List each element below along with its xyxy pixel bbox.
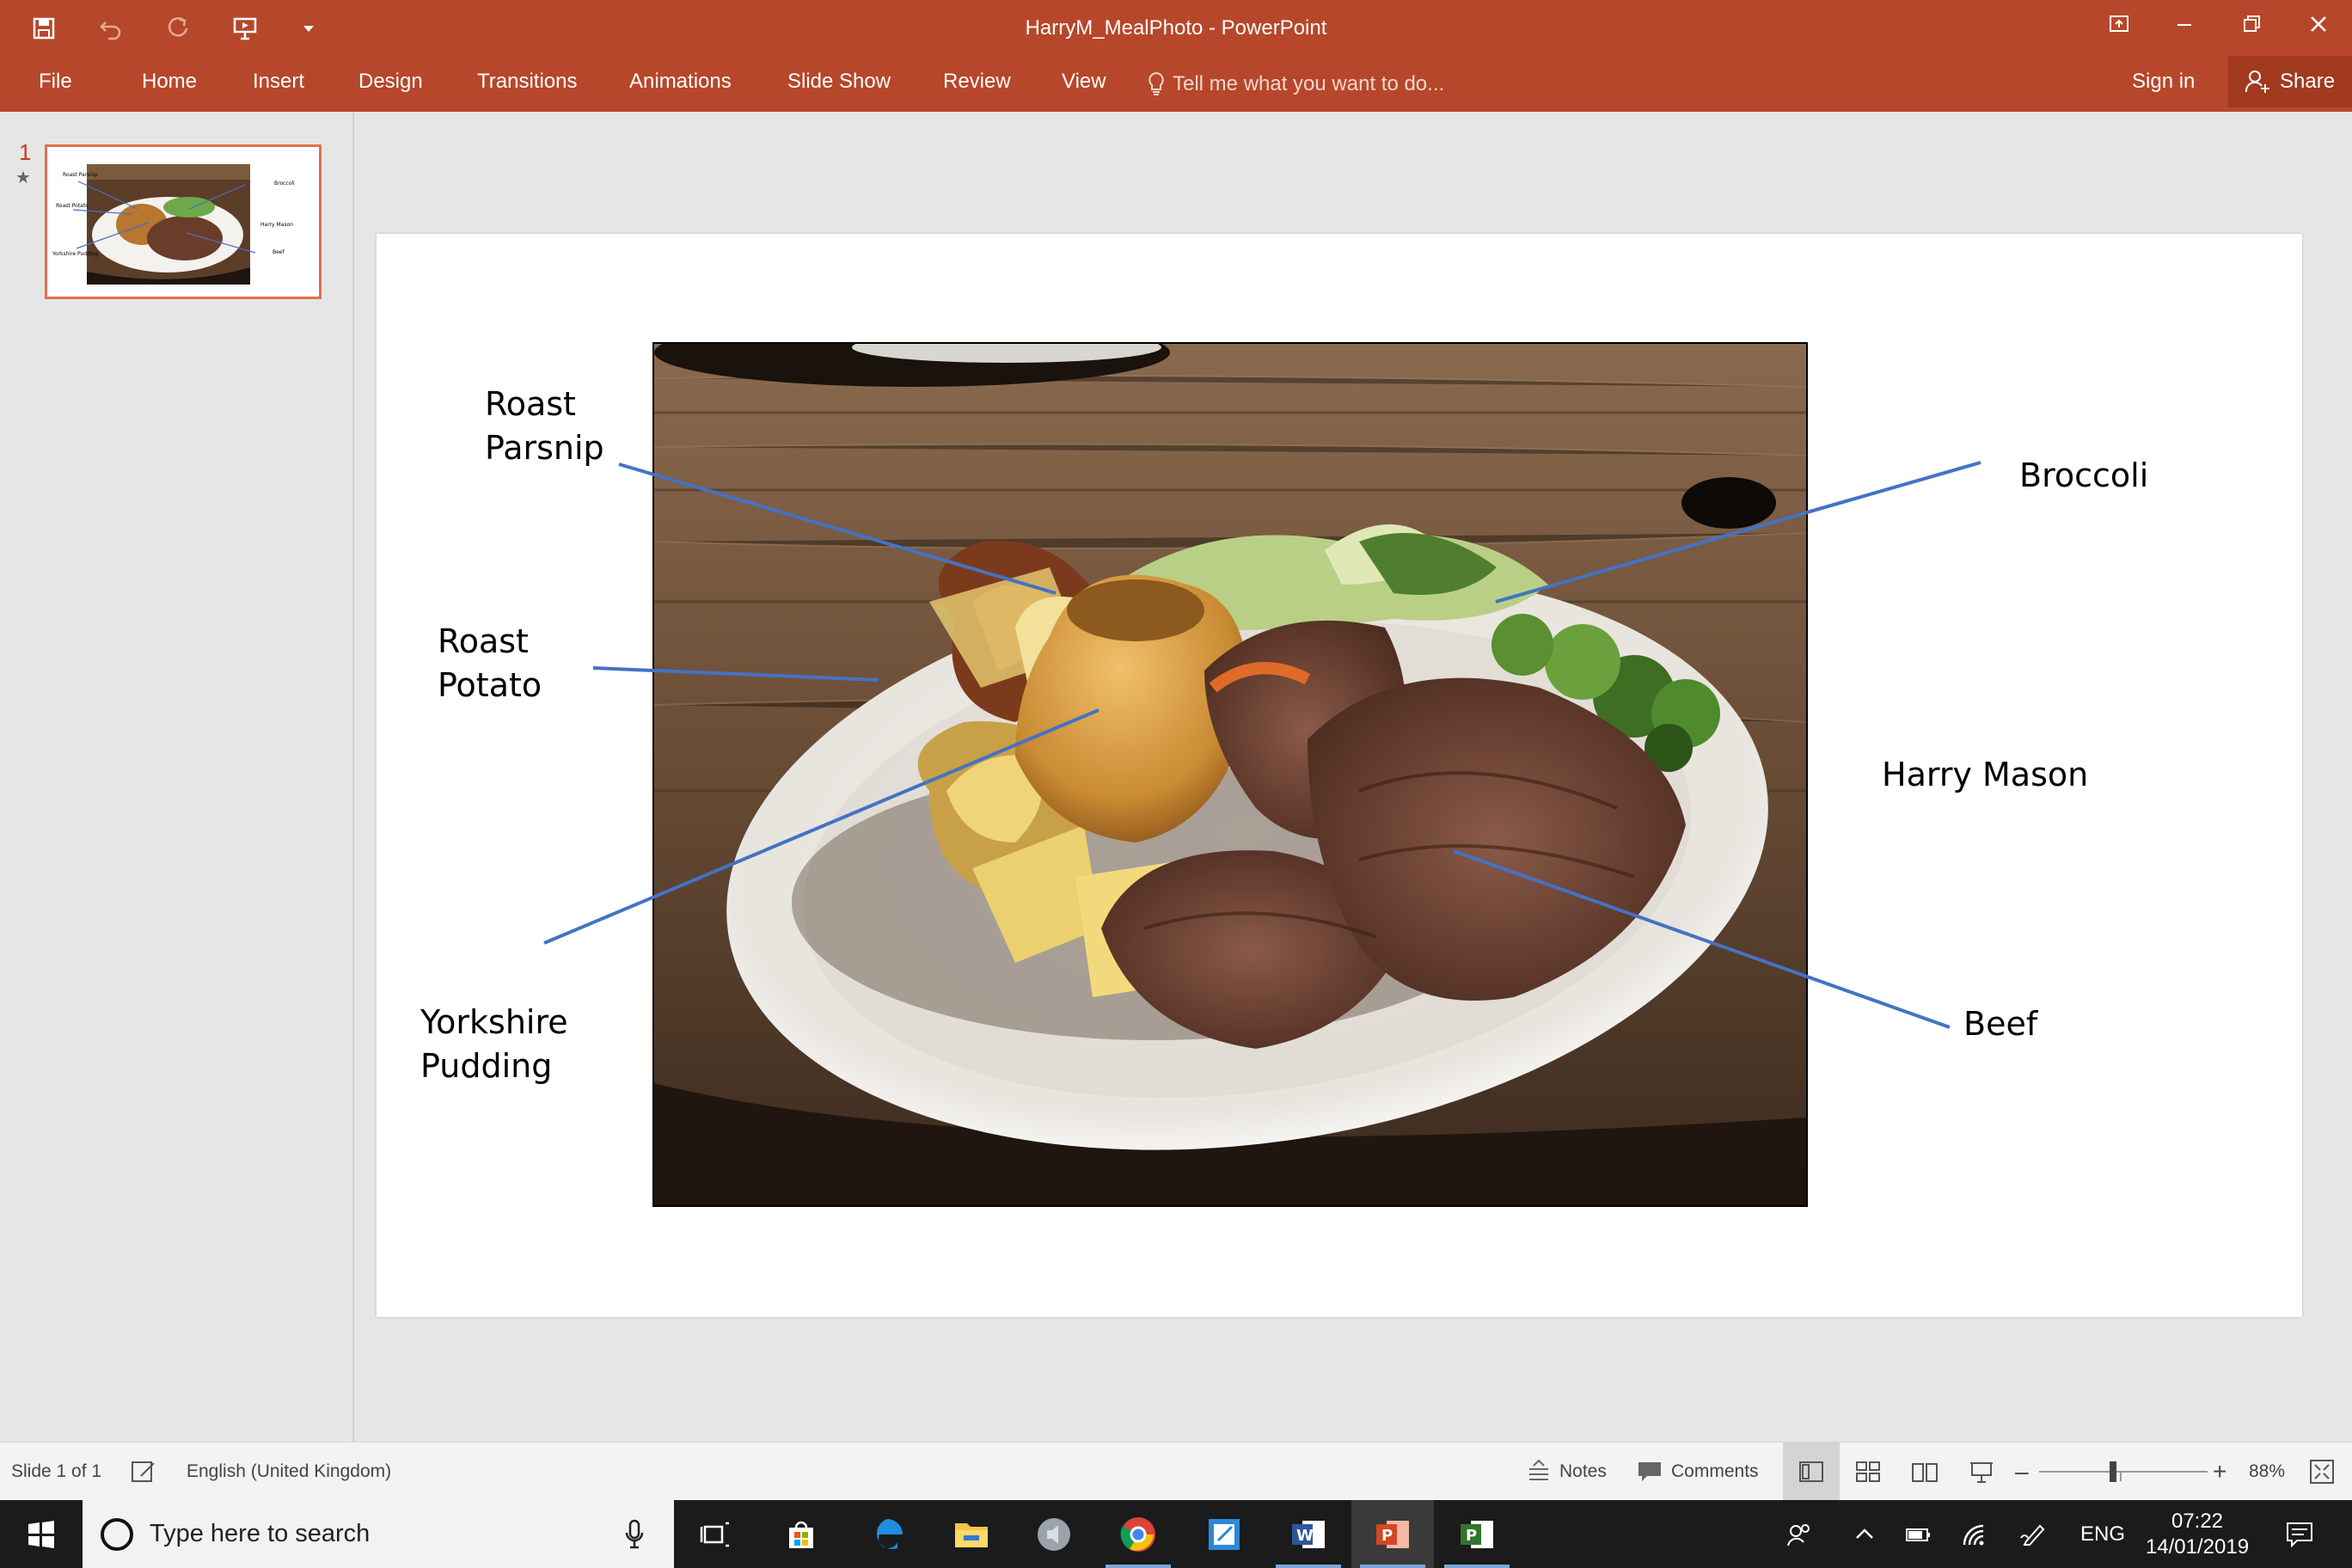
clock-date: 14/01/2019 — [2145, 1534, 2250, 1559]
slide-sorter-icon[interactable] — [1840, 1442, 1896, 1501]
minimize-icon[interactable] — [2151, 0, 2218, 47]
chrome-icon[interactable] — [1097, 1500, 1179, 1568]
zoom-level[interactable]: 88% — [2249, 1442, 2285, 1501]
store-icon[interactable] — [760, 1500, 842, 1568]
start-from-beginning-icon[interactable] — [224, 7, 266, 50]
spelling-check-icon[interactable] — [129, 1442, 158, 1501]
project-icon[interactable]: P — [1436, 1500, 1518, 1568]
slide-canvas[interactable]: Roast Parsnip Roast Potato Yorkshire Pud… — [377, 234, 2302, 1317]
svg-text:W: W — [1296, 1527, 1314, 1545]
file-explorer-icon[interactable] — [930, 1500, 1013, 1568]
share-button[interactable]: Share — [2228, 56, 2352, 107]
zoom-out-icon[interactable]: – — [2015, 1442, 2029, 1501]
sign-in-link[interactable]: Sign in — [2132, 56, 2195, 112]
slide-show-view-icon[interactable] — [1953, 1442, 2010, 1501]
windows-taskbar: Type here to search W P P ENG 07:22 14/0… — [0, 1500, 2352, 1568]
clock-time: 07:22 — [2171, 1509, 2224, 1533]
thumb-label-harry: Harry Mason — [260, 222, 293, 228]
slide-counter[interactable]: Slide 1 of 1 — [11, 1442, 101, 1501]
show-hidden-icons-icon[interactable] — [1841, 1500, 1888, 1568]
zoom-slider[interactable] — [2039, 1442, 2208, 1501]
word-icon[interactable]: W — [1267, 1500, 1350, 1568]
notes-icon — [1529, 1459, 1548, 1480]
save-icon[interactable] — [22, 7, 65, 50]
people-icon[interactable] — [1776, 1500, 1822, 1568]
tab-insert[interactable]: Insert — [253, 56, 304, 112]
zoom-in-icon[interactable]: + — [2213, 1442, 2226, 1501]
thumb-label-yorkshire: Yorkshire Pudding — [52, 251, 98, 257]
label-broccoli[interactable]: Broccoli — [2019, 454, 2148, 498]
slide-thumbnail[interactable]: Roast Parsnip Broccoli Roast Potato Harr… — [45, 144, 322, 299]
status-bar: Slide 1 of 1 English (United Kingdom) No… — [0, 1442, 2352, 1501]
edge-icon[interactable] — [846, 1500, 928, 1568]
tab-transitions[interactable]: Transitions — [477, 56, 577, 112]
label-yorkshire-pudding[interactable]: Yorkshire Pudding — [420, 1001, 568, 1088]
search-placeholder: Type here to search — [150, 1520, 371, 1547]
tab-file[interactable]: File — [39, 56, 72, 112]
speaker-app-icon[interactable] — [1013, 1500, 1095, 1568]
label-beef[interactable]: Beef — [1963, 1002, 2037, 1046]
reading-view-icon[interactable] — [1896, 1442, 1953, 1501]
svg-text:P: P — [1466, 1527, 1477, 1545]
tell-me-search[interactable]: Tell me what you want to do... — [1147, 56, 1444, 112]
zoom-slider-thumb[interactable] — [2110, 1461, 2116, 1482]
slide-thumbnail-pane: 1 ★ Roast Parsnip Broccoli Roast Potato … — [0, 112, 354, 1442]
tab-view[interactable]: View — [1062, 56, 1106, 112]
notes-button[interactable]: Notes — [1527, 1442, 1607, 1501]
document-title: HarryM_MealPhoto - PowerPoint — [1025, 16, 1327, 40]
clock[interactable]: 07:22 14/01/2019 — [2141, 1500, 2254, 1568]
label-roast-potato[interactable]: Roast Potato — [438, 620, 542, 707]
svg-text:P: P — [1381, 1527, 1393, 1545]
customize-qat-icon[interactable] — [287, 7, 330, 50]
windows-start-icon[interactable] — [0, 1500, 83, 1568]
thumb-label-potato: Roast Potato — [56, 203, 89, 209]
thumb-label-parsnip: Roast Parsnip — [63, 172, 98, 178]
cortana-icon — [101, 1517, 133, 1551]
pen-workspace-icon[interactable] — [2010, 1500, 2056, 1568]
normal-view-icon[interactable] — [1783, 1442, 1840, 1501]
ribbon-tabs: File Home Insert Design Transitions Anim… — [0, 56, 2352, 112]
thumb-label-broccoli: Broccoli — [274, 181, 295, 187]
share-person-icon — [2245, 70, 2269, 93]
tab-animations[interactable]: Animations — [629, 56, 732, 112]
taskbar-search-box[interactable]: Type here to search — [83, 1500, 674, 1568]
comment-icon — [1638, 1462, 1661, 1481]
microphone-icon[interactable] — [624, 1519, 645, 1550]
undo-icon[interactable] — [89, 7, 132, 50]
thumbnail-preview: Roast Parsnip Broccoli Roast Potato Harr… — [47, 147, 319, 297]
thumb-label-beef: Beef — [273, 249, 285, 255]
title-bar: HarryM_MealPhoto - PowerPoint — [0, 0, 2352, 56]
tab-review[interactable]: Review — [943, 56, 1011, 112]
share-label: Share — [2280, 70, 2336, 93]
meal-photo-image — [654, 344, 1806, 1205]
language-indicator[interactable]: English (United Kingdom) — [187, 1442, 391, 1501]
label-roast-parsnip[interactable]: Roast Parsnip — [485, 383, 604, 470]
tab-design[interactable]: Design — [358, 56, 423, 112]
battery-icon[interactable] — [1895, 1500, 1941, 1568]
notes-label: Notes — [1559, 1461, 1607, 1481]
ribbon-display-options-icon[interactable] — [2086, 0, 2153, 47]
thumbnail-number: 1 — [19, 139, 32, 165]
meal-photo[interactable] — [652, 342, 1808, 1207]
input-language-indicator[interactable]: ENG — [2068, 1500, 2137, 1568]
close-icon[interactable] — [2285, 0, 2352, 47]
lightbulb-icon — [1148, 71, 1164, 95]
comments-button[interactable]: Comments — [1637, 1442, 1759, 1501]
animation-star-icon: ★ — [15, 168, 31, 187]
comments-label: Comments — [1671, 1461, 1759, 1481]
notepad-app-icon[interactable] — [1183, 1500, 1265, 1568]
fit-slide-icon[interactable] — [2307, 1442, 2337, 1501]
action-center-icon[interactable] — [2269, 1500, 2330, 1568]
redo-icon[interactable] — [156, 7, 199, 50]
task-view-icon[interactable] — [674, 1500, 756, 1568]
label-harry-mason[interactable]: Harry Mason — [1882, 753, 2088, 797]
wifi-icon[interactable] — [1951, 1500, 1998, 1568]
powerpoint-icon[interactable]: P — [1351, 1500, 1434, 1568]
tab-home[interactable]: Home — [142, 56, 197, 112]
restore-icon[interactable] — [2218, 0, 2285, 47]
tell-me-placeholder: Tell me what you want to do... — [1173, 71, 1445, 95]
tab-slide-show[interactable]: Slide Show — [787, 56, 891, 112]
